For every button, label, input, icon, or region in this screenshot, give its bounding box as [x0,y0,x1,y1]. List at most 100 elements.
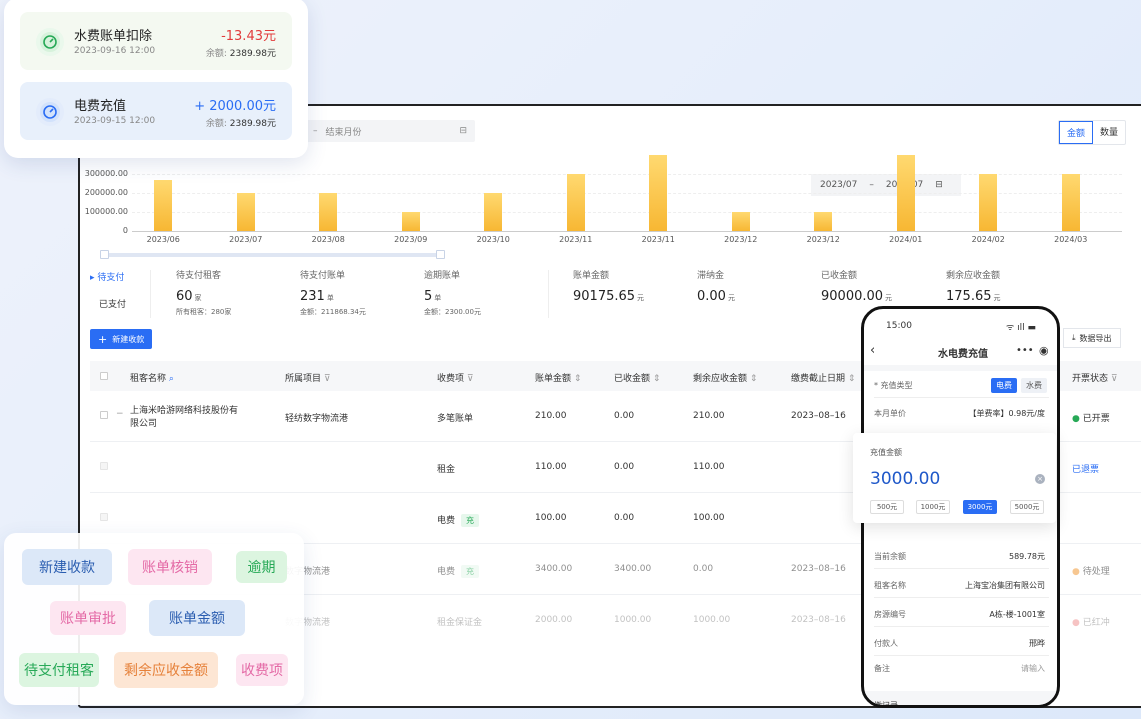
chart-bar[interactable] [484,193,503,231]
chip-new-collection[interactable]: 新建收款 [22,549,112,585]
range-separator: – [313,126,318,136]
preset-3000[interactable]: 3000元 [963,500,997,514]
more-icon[interactable]: ••• [1016,345,1034,356]
chart-bar[interactable] [319,193,338,231]
slider-handle-left[interactable] [100,250,109,259]
received-amount: 3400.00 [614,564,652,574]
recharge-amount-popup: 充值金额 3000.00 × 500元 1000元 3000元 5000元 [853,433,1056,523]
toggle-count[interactable]: 数量 [1093,121,1125,144]
sort-icon[interactable]: ⇕ [750,374,758,384]
bill-amount: 210.00 [535,411,567,421]
invoice-status: ● 待处理 [1072,567,1110,577]
chip-pending-tenants[interactable]: 待支付租客 [19,653,99,687]
transaction-item[interactable]: 电费充值 2023-09-15 12:00 + 2000.00元 余额: 238… [20,82,292,140]
charge-item: 租金 [437,465,456,475]
divider [150,270,151,318]
chart-bar[interactable] [896,155,915,231]
col-amount[interactable]: 账单金额 ⇕ [535,371,581,384]
select-all-checkbox[interactable] [100,372,108,380]
col-received[interactable]: 已收金额 ⇕ [614,371,660,384]
chart-bar[interactable] [566,174,585,231]
stat-pending-tenants: 待支付租客 60 家 所有租客：280家 [176,271,232,316]
x-tick-label: 2023/10 [476,235,510,244]
x-tick-label: 2024/02 [971,235,1005,244]
preset-5000[interactable]: 5000元 [1010,500,1044,514]
x-tick-label: 2023/11 [641,235,675,244]
sort-icon[interactable]: ⇕ [574,374,582,384]
export-button[interactable]: ⤓ 数据导出 [1063,328,1121,348]
record-icon[interactable]: ◉ [1039,344,1049,357]
collapse-icon[interactable]: − [116,409,124,419]
row-checkbox[interactable] [100,411,108,419]
slider-handle-right[interactable] [436,250,445,259]
search-icon[interactable]: ⌕ [169,374,174,384]
row-checkbox[interactable] [100,462,108,470]
download-icon: ⤓ [1072,333,1076,342]
chart-bar[interactable] [649,155,668,231]
charge-item: 多笔账单 [437,414,474,424]
recharge-amount-input[interactable]: 3000.00 [870,469,940,489]
preset-500[interactable]: 500元 [870,500,904,514]
chart-bar[interactable] [154,179,173,231]
x-tick-label: 2024/01 [889,235,923,244]
col-remaining[interactable]: 剩余应收金额 ⇕ [693,371,757,384]
received-amount: 1000.00 [614,615,652,625]
row-checkbox[interactable] [100,513,108,521]
preset-1000[interactable]: 1000元 [916,500,950,514]
clear-icon[interactable]: × [1035,474,1045,484]
chart-date-sep: – [869,180,874,190]
invoice-status[interactable]: 已退票 [1072,462,1099,475]
chart-range-slider[interactable] [100,250,445,259]
tab-unpaid[interactable]: ▸ 待支付 [90,270,126,283]
unit-price-value: 【单费率】0.98元/度 [968,409,1045,418]
toggle-amount[interactable]: 金额 [1059,121,1094,144]
type-water[interactable]: 水费 [1021,378,1047,393]
chip-overdue[interactable]: 逾期 [236,551,287,583]
sort-icon[interactable]: ⇕ [653,374,661,384]
transaction-item[interactable]: 水费账单扣除 2023-09-16 12:00 -13.43元 余额: 2389… [20,12,292,70]
col-due-date[interactable]: 缴费截止日期 ⇕ [791,371,855,384]
filter-icon[interactable]: ⊽ [1111,374,1118,384]
chart-date-start: 2023/07 [820,180,858,190]
chart-bar[interactable] [731,212,750,231]
col-item[interactable]: 收费项 ⊽ [437,371,473,384]
gridline [132,212,1122,213]
chip-remaining-receivable[interactable]: 剩余应收金额 [114,652,218,688]
back-icon[interactable]: ‹ [870,343,875,358]
chip-charge-item[interactable]: 收费项 [236,654,288,686]
remaining-amount: 100.00 [693,513,725,523]
chart-bar[interactable] [814,212,833,231]
filter-icon[interactable]: ⊽ [467,374,474,384]
x-tick-label: 2023/09 [394,235,428,244]
remark-input[interactable]: 请输入 [1021,663,1045,674]
tab-paid[interactable]: 已支付 [90,297,126,310]
chip-bill-approval[interactable]: 账单审批 [50,601,126,635]
chart-bar[interactable] [1061,174,1080,231]
bill-amount: 2000.00 [535,615,573,625]
records-link[interactable]: 缴记录 [874,700,898,705]
col-invoice[interactable]: 开票状态 ⊽ [1072,371,1117,384]
x-tick-label: 2023/12 [724,235,758,244]
month-range-picker[interactable]: – 结束月份 ⊟ [305,120,475,142]
filter-icon[interactable]: ⊽ [324,374,331,384]
field-label: 付款人 [874,639,898,648]
remaining-amount: 1000.00 [693,615,731,625]
new-collection-button[interactable]: + 新建收款 [90,329,153,349]
charge-item: 租金保证金 [437,618,483,628]
chip-bill-writeoff[interactable]: 账单核销 [128,549,212,585]
type-electric[interactable]: 电费 [991,378,1017,393]
chart-bar[interactable] [401,212,420,231]
status-icons: ᯤ ıll ▬ [1006,323,1036,333]
chip-bill-amount[interactable]: 账单金额 [149,600,245,636]
y-tick-label: 0 [122,226,128,235]
bill-amount: 110.00 [535,462,567,472]
stat-late-fee: 滞纳金 0.00 元 [697,271,735,304]
status-time: 15:00 [886,321,912,331]
bill-amount: 100.00 [535,513,567,523]
col-tenant[interactable]: 租客名称 ⌕ [130,371,174,384]
col-project[interactable]: 所属项目 ⊽ [285,371,330,384]
stat-pending-bills: 待支付账单 231 单 金额：211868.34元 [300,271,366,316]
chart-bar[interactable] [236,193,255,231]
chart-bar[interactable] [979,174,998,231]
sort-icon[interactable]: ⇕ [848,374,856,384]
